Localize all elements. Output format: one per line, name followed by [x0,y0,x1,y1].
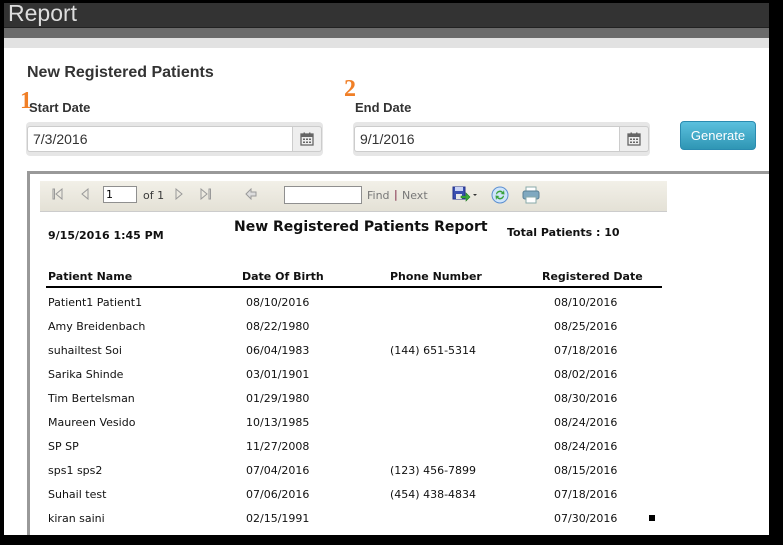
cell-registered-date: 08/15/2016 [554,464,618,477]
find-link[interactable]: Find [367,189,390,202]
cell-patient-name: SP SP [48,440,79,453]
start-date-picker [26,122,323,156]
table-row: SP SP 11/27/2008 08/24/2016 [46,440,662,464]
cell-phone-number: (454) 438-4834 [390,488,477,501]
table-row: Amy Breidenbach 08/22/1980 08/25/2016 [46,320,662,344]
cell-registered-date: 08/02/2016 [554,368,618,381]
title-bar: Report [4,3,769,28]
start-date-label: Start Date [29,100,91,115]
cell-patient-name: Tim Bertelsman [48,392,135,405]
first-page-icon[interactable] [52,188,64,200]
back-to-parent-icon[interactable] [245,188,257,200]
refresh-icon[interactable] [491,186,509,204]
export-icon[interactable] [452,186,478,202]
column-date-of-birth: Date Of Birth [242,270,324,283]
total-patients: Total Patients : 10 [507,226,620,239]
print-icon[interactable] [522,186,540,204]
find-input[interactable] [284,186,362,204]
cell-patient-name: Patient1 Patient1 [48,296,143,309]
window-title: Report [8,3,78,26]
report-viewer: of 1 Find | Next [27,171,769,535]
cell-date-of-birth: 07/06/2016 [246,488,310,501]
generate-button[interactable]: Generate [680,121,756,150]
column-patient-name: Patient Name [48,270,133,283]
previous-page-icon[interactable] [80,188,90,200]
cell-date-of-birth: 07/04/2016 [246,464,310,477]
cell-registered-date: 08/10/2016 [554,296,618,309]
column-registered-date: Registered Date [542,270,643,283]
next-page-icon[interactable] [174,188,184,200]
header-band [4,28,769,38]
table-row: Sarika Shinde 03/01/1901 08/02/2016 [46,368,662,392]
cell-registered-date: 08/30/2016 [554,392,618,405]
cell-patient-name: Suhail test [48,488,107,501]
start-date-calendar-button[interactable] [292,126,322,152]
table-row: sps1 sps2 07/04/2016 (123) 456-7899 08/15/2… [46,464,662,488]
cell-patient-name: sps1 sps2 [48,464,103,477]
end-date-calendar-button[interactable] [619,126,649,152]
table-row: Suhail test 07/06/2016 (454) 438-4834 07/18… [46,488,662,512]
page-number-input[interactable] [103,186,137,203]
cell-patient-name: Sarika Shinde [48,368,124,381]
cell-patient-name: Maureen Vesido [48,416,136,429]
cell-registered-date: 08/24/2016 [554,416,618,429]
header-band-light [4,38,769,48]
cell-date-of-birth: 08/22/1980 [246,320,310,333]
table-header: Patient Name Date Of Birth Phone Number … [46,266,662,288]
annotation-marker-2: 2 [344,76,356,102]
cell-registered-date: 08/24/2016 [554,440,618,453]
cell-registered-date: 08/25/2016 [554,320,618,333]
start-date-input[interactable] [27,126,293,152]
page-title: New Registered Patients [27,64,214,81]
cell-patient-name: suhailtest Soi [48,344,122,357]
end-date-picker [353,122,650,156]
table-row: Maureen Vesido 10/13/1985 08/24/2016 [46,416,662,440]
cell-date-of-birth: 08/10/2016 [246,296,310,309]
page-count-label: of 1 [143,189,165,202]
cell-phone-number: (123) 456-7899 [390,464,477,477]
cell-date-of-birth: 06/04/1983 [246,344,310,357]
cell-registered-date: 07/18/2016 [554,344,618,357]
end-date-input[interactable] [354,126,620,152]
calendar-icon [627,132,641,146]
cell-patient-name: Amy Breidenbach [48,320,146,333]
report-run-time: 9/15/2016 1:45 PM [48,229,164,242]
cell-registered-date: 07/18/2016 [554,488,618,501]
end-of-report-marker [649,515,655,521]
find-separator: | [394,188,398,201]
table-row: suhailtest Soi 06/04/1983 (144) 651-5314 07… [46,344,662,368]
report-toolbar: of 1 Find | Next [40,181,667,212]
end-date-label: End Date [355,100,412,115]
report-title: New Registered Patients Report [234,219,488,235]
find-next-link[interactable]: Next [402,189,428,202]
table-row: Patient1 Patient1 08/10/2016 08/10/2016 [46,296,662,320]
column-phone-number: Phone Number [390,270,482,283]
report-window: Report New Registered Patients 1 2 Start… [4,3,769,535]
calendar-icon [300,132,314,146]
table-row: Tim Bertelsman 01/29/1980 08/30/2016 [46,392,662,416]
cell-date-of-birth: 03/01/1901 [246,368,310,381]
table-row: kiran saini 02/15/1991 07/30/2016 [46,512,662,535]
last-page-icon[interactable] [200,188,212,200]
cell-phone-number: (144) 651-5314 [390,344,477,357]
cell-date-of-birth: 11/27/2008 [246,440,310,453]
cell-registered-date: 07/30/2016 [554,512,618,525]
cell-patient-name: kiran saini [48,512,105,525]
cell-date-of-birth: 01/29/1980 [246,392,310,405]
cell-date-of-birth: 10/13/1985 [246,416,310,429]
cell-date-of-birth: 02/15/1991 [246,512,310,525]
